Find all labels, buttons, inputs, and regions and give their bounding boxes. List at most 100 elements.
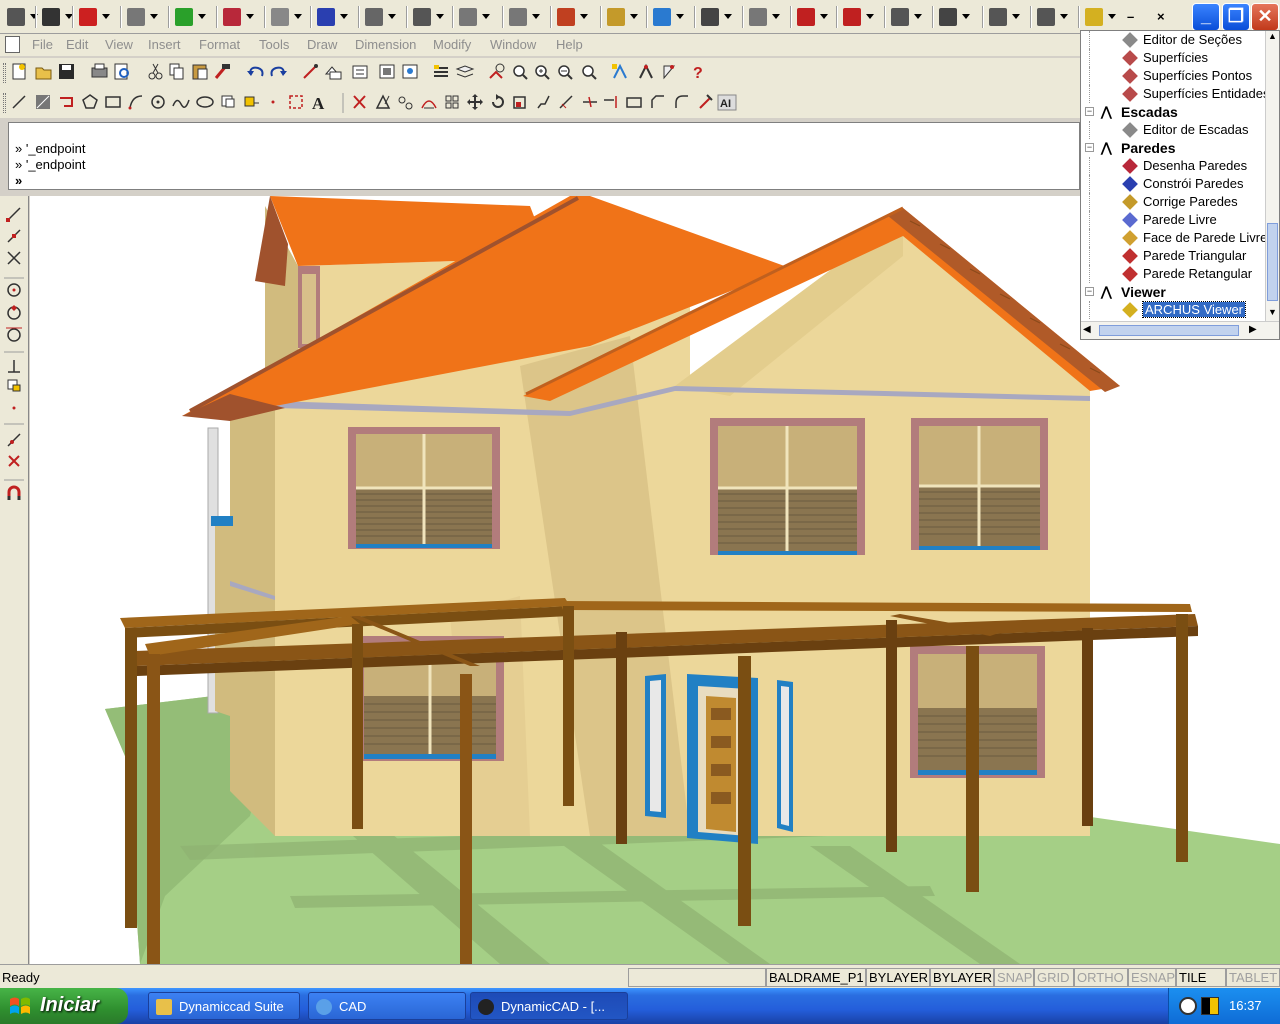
zoom-realtime-icon[interactable] xyxy=(489,63,505,79)
menu-dimension[interactable]: Dimension xyxy=(355,37,416,52)
tree-item[interactable]: Constrói Paredes xyxy=(1081,175,1267,193)
snap-node-icon[interactable] xyxy=(12,406,16,410)
mirror-icon[interactable] xyxy=(398,96,413,110)
rotate-icon[interactable] xyxy=(492,94,504,108)
help-icon[interactable]: ? xyxy=(693,65,703,82)
mdi-minimize-icon[interactable]: – xyxy=(1127,9,1134,24)
roof-edit-dropdown[interactable] xyxy=(604,6,646,28)
menu-view[interactable]: View xyxy=(105,37,133,52)
zoom-in-icon[interactable] xyxy=(535,65,550,80)
snap-insert-icon[interactable] xyxy=(7,379,21,392)
task-dynamiccad[interactable]: DynamicCAD - [... xyxy=(470,992,628,1020)
zoom-window-icon[interactable] xyxy=(513,65,528,80)
scroll-up-icon[interactable]: ▲ xyxy=(1266,31,1279,45)
array-icon[interactable] xyxy=(445,95,459,109)
snap-midpoint-icon[interactable] xyxy=(7,229,21,243)
snap-tangent-icon[interactable] xyxy=(6,327,22,342)
tree-item[interactable]: Parede Triangular xyxy=(1081,247,1267,265)
menu-help[interactable]: Help xyxy=(556,37,583,52)
distance-icon[interactable] xyxy=(639,63,653,79)
snap-center-icon[interactable] xyxy=(7,283,21,297)
pencil-dropdown[interactable] xyxy=(410,6,452,28)
surface-dropdown[interactable] xyxy=(456,6,498,28)
status-cell-esnap[interactable]: ESNAP xyxy=(1128,968,1176,987)
snap-magnet-icon[interactable] xyxy=(7,485,21,500)
snap-endpoint-icon[interactable] xyxy=(6,207,21,222)
menu-insert[interactable]: Insert xyxy=(148,37,181,52)
scale-icon[interactable] xyxy=(513,96,526,109)
line-icon[interactable] xyxy=(12,95,26,109)
tree-item[interactable]: Corrige Paredes xyxy=(1081,193,1267,211)
window-close-button[interactable]: ✕ xyxy=(1251,3,1279,31)
surface-2-dropdown[interactable] xyxy=(506,6,548,28)
hatch-icon[interactable] xyxy=(289,95,303,109)
edit-text-icon[interactable]: AI xyxy=(717,94,737,111)
properties-icon[interactable] xyxy=(352,65,368,79)
menu-file[interactable]: File xyxy=(32,37,53,52)
grid-tool-dropdown[interactable] xyxy=(268,6,310,28)
tree-item[interactable]: Editor de Escadas xyxy=(1081,121,1267,139)
print-icon[interactable] xyxy=(91,63,108,78)
tree-category-escadas[interactable]: − ⋀ Escadas xyxy=(1081,103,1267,121)
copy-object-icon[interactable] xyxy=(375,94,391,109)
copy-icon[interactable] xyxy=(169,63,184,80)
tray-app-icon[interactable] xyxy=(1179,997,1197,1015)
tree-horizontal-scrollbar[interactable]: ◀ ▶ xyxy=(1081,321,1279,339)
point-icon[interactable] xyxy=(271,100,275,104)
command-window[interactable]: » '_endpoint » '_endpoint » xyxy=(8,122,1080,190)
rectangle-icon[interactable] xyxy=(105,96,121,108)
document-icon[interactable] xyxy=(5,36,20,53)
snap-nearest-icon[interactable] xyxy=(7,433,21,447)
undo-view-dropdown[interactable] xyxy=(698,6,740,28)
undo-icon[interactable] xyxy=(247,66,264,77)
snap-none-icon[interactable] xyxy=(8,455,20,467)
scroll-thumb[interactable] xyxy=(1099,325,1239,336)
section-dropdown[interactable] xyxy=(936,6,978,28)
move-icon[interactable] xyxy=(467,94,483,110)
cut-icon[interactable] xyxy=(148,63,163,80)
window-maximize-button[interactable]: ❐ xyxy=(1222,3,1250,31)
menu-format[interactable]: Format xyxy=(199,37,240,52)
start-button[interactable]: Iniciar xyxy=(0,988,128,1024)
snap-intersection-icon[interactable] xyxy=(7,251,21,265)
tree-item[interactable]: Desenha Paredes xyxy=(1081,157,1267,175)
snap-perpendicular-icon[interactable] xyxy=(8,360,20,373)
area-icon[interactable] xyxy=(663,65,676,80)
menu-window[interactable]: Window xyxy=(490,37,536,52)
redo-icon[interactable] xyxy=(270,66,288,77)
view-manager-icon[interactable] xyxy=(402,64,418,79)
snap-quadrant-icon[interactable] xyxy=(7,305,21,320)
plane-dropdown[interactable] xyxy=(746,6,788,28)
scroll-right-icon[interactable]: ▶ xyxy=(1249,324,1257,335)
polygon-icon[interactable] xyxy=(82,94,98,109)
status-cell-ortho[interactable]: ORTHO xyxy=(1074,968,1128,987)
tree-item[interactable]: Superfícies Pontos xyxy=(1081,67,1267,85)
chamfer-icon[interactable] xyxy=(651,95,664,108)
collapse-icon[interactable]: − xyxy=(1085,287,1094,296)
text-icon[interactable]: A xyxy=(312,94,325,113)
tree-item[interactable]: Superfícies Entidades xyxy=(1081,85,1269,103)
lengthen-icon[interactable] xyxy=(559,95,573,109)
stairs-dropdown[interactable] xyxy=(650,6,692,28)
orbit-dropdown[interactable] xyxy=(39,6,81,28)
archus-viewer-dropdown[interactable] xyxy=(1082,6,1124,28)
layer-icon[interactable] xyxy=(324,66,342,80)
structure-dropdown[interactable] xyxy=(362,6,404,28)
tree-item[interactable]: Face de Parede Livre xyxy=(1081,229,1267,247)
extend-icon[interactable] xyxy=(604,96,617,108)
stretch-icon[interactable] xyxy=(537,95,550,109)
status-cell-grid[interactable]: GRID xyxy=(1034,968,1074,987)
zoom-extents-icon[interactable] xyxy=(558,65,573,80)
ucs-dropdown[interactable] xyxy=(794,6,836,28)
construction-line-icon[interactable] xyxy=(36,95,50,109)
status-cell-tablet[interactable]: TABLET xyxy=(1226,968,1280,987)
window-minimize-button[interactable]: _ xyxy=(1192,3,1220,31)
fillet-icon[interactable] xyxy=(675,95,688,108)
command-prompt[interactable]: » xyxy=(15,173,22,188)
pan-realtime-icon[interactable] xyxy=(303,64,318,79)
polyline-icon[interactable] xyxy=(60,97,73,107)
tree-vertical-scrollbar[interactable]: ▲ ▼ xyxy=(1265,31,1279,323)
menu-draw[interactable]: Draw xyxy=(307,37,337,52)
layers-list-icon[interactable] xyxy=(455,65,475,78)
tree-item[interactable]: Editor de Seções xyxy=(1081,31,1267,49)
